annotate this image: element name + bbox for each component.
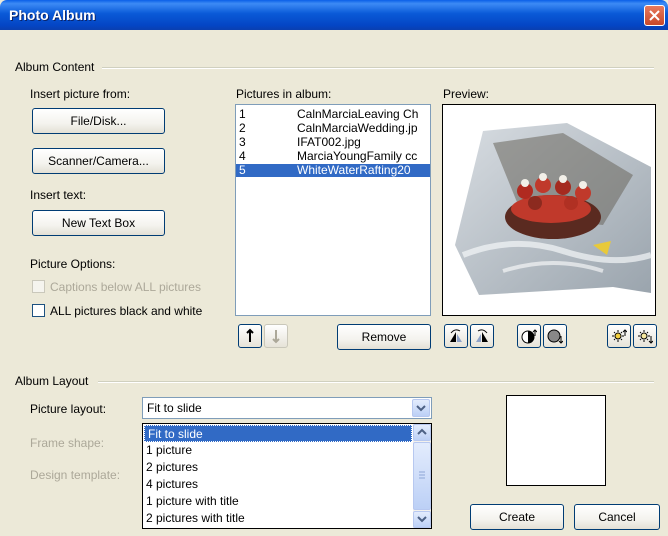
picture-layout-select[interactable]: Fit to slide <box>142 397 432 419</box>
layout-option[interactable]: 2 pictures with title <box>146 510 245 527</box>
file-disk-button[interactable]: File/Disk... <box>32 108 165 134</box>
layout-preview-box <box>506 395 606 486</box>
chevron-down-icon <box>416 405 426 412</box>
grip-icon <box>419 471 425 479</box>
rotate-right-button[interactable] <box>470 324 494 348</box>
preview-pane <box>442 104 656 316</box>
insert-picture-label: Insert picture from: <box>30 87 131 101</box>
layout-option[interactable]: Fit to slide <box>144 425 412 442</box>
close-button[interactable] <box>644 5 665 26</box>
pictures-list[interactable]: 1 CalnMarciaLeaving Ch 2 CalnMarciaWedding… <box>235 104 431 316</box>
album-layout-divider <box>98 381 654 383</box>
brightness-down-icon <box>638 330 653 344</box>
preview-label: Preview: <box>443 87 490 101</box>
black-white-label: ALL pictures black and white <box>50 304 203 318</box>
move-up-button[interactable] <box>238 324 262 348</box>
pictures-in-album-label: Pictures in album: <box>236 87 332 101</box>
chevron-up-icon <box>417 428 427 435</box>
brightness-up-icon <box>612 329 627 342</box>
layout-option[interactable]: 4 pictures <box>146 476 198 493</box>
layout-option[interactable]: 1 picture with title <box>146 493 239 510</box>
album-layout-label: Album Layout <box>15 374 89 388</box>
rotate-left-button[interactable] <box>444 324 468 348</box>
arrow-up-icon <box>246 328 254 342</box>
chevron-down-icon <box>417 516 427 523</box>
more-brightness-button[interactable] <box>607 324 631 348</box>
less-brightness-button[interactable] <box>633 324 657 348</box>
less-contrast-button[interactable] <box>543 324 567 348</box>
rafting-photo-image <box>455 123 652 295</box>
captions-checkbox[interactable] <box>32 280 45 293</box>
scroll-thumb[interactable] <box>413 442 431 510</box>
remove-button[interactable]: Remove <box>337 324 431 350</box>
scrollbar[interactable] <box>413 424 431 528</box>
captions-label: Captions below ALL pictures <box>50 280 201 294</box>
list-item[interactable]: 3 IFAT002.jpg <box>236 136 430 149</box>
frame-shape-label: Frame shape: <box>30 436 105 450</box>
title-bar: Photo Album <box>0 0 668 30</box>
album-content-divider <box>102 67 654 69</box>
layout-dropdown-list[interactable]: Fit to slide 1 picture 2 pictures 4 pict… <box>142 423 432 529</box>
layout-option[interactable]: 2 pictures <box>146 459 198 476</box>
contrast-up-icon <box>521 329 537 344</box>
rotate-left-icon <box>450 329 462 342</box>
scroll-up-button[interactable] <box>413 424 431 441</box>
picture-layout-label: Picture layout: <box>30 402 107 416</box>
insert-text-label: Insert text: <box>30 188 87 202</box>
album-content-label: Album Content <box>15 60 95 74</box>
picture-layout-value: Fit to slide <box>147 401 202 415</box>
more-contrast-button[interactable] <box>517 324 541 348</box>
list-item[interactable]: 2 CalnMarciaWedding.jp <box>236 122 430 135</box>
design-template-label: Design template: <box>30 468 121 482</box>
scroll-down-button[interactable] <box>413 511 431 528</box>
dropdown-button[interactable] <box>412 399 430 417</box>
move-down-button[interactable] <box>264 324 288 348</box>
create-button[interactable]: Create <box>470 504 564 530</box>
contrast-down-icon <box>547 329 563 344</box>
black-white-checkbox[interactable] <box>32 304 45 317</box>
rotate-right-icon <box>476 329 488 342</box>
list-item-selected[interactable]: 5 WhiteWaterRafting20 <box>236 164 430 177</box>
arrow-down-icon <box>272 330 280 344</box>
list-item[interactable]: 1 CalnMarciaLeaving Ch <box>236 108 430 121</box>
window-title: Photo Album <box>9 7 96 23</box>
scanner-camera-button[interactable]: Scanner/Camera... <box>32 148 165 174</box>
close-icon <box>649 10 660 21</box>
list-item[interactable]: 4 MarciaYoungFamily cc <box>236 150 430 163</box>
cancel-button[interactable]: Cancel <box>574 504 660 530</box>
layout-option[interactable]: 1 picture <box>146 442 192 459</box>
picture-options-label: Picture Options: <box>30 257 116 271</box>
new-text-box-button[interactable]: New Text Box <box>32 210 165 236</box>
